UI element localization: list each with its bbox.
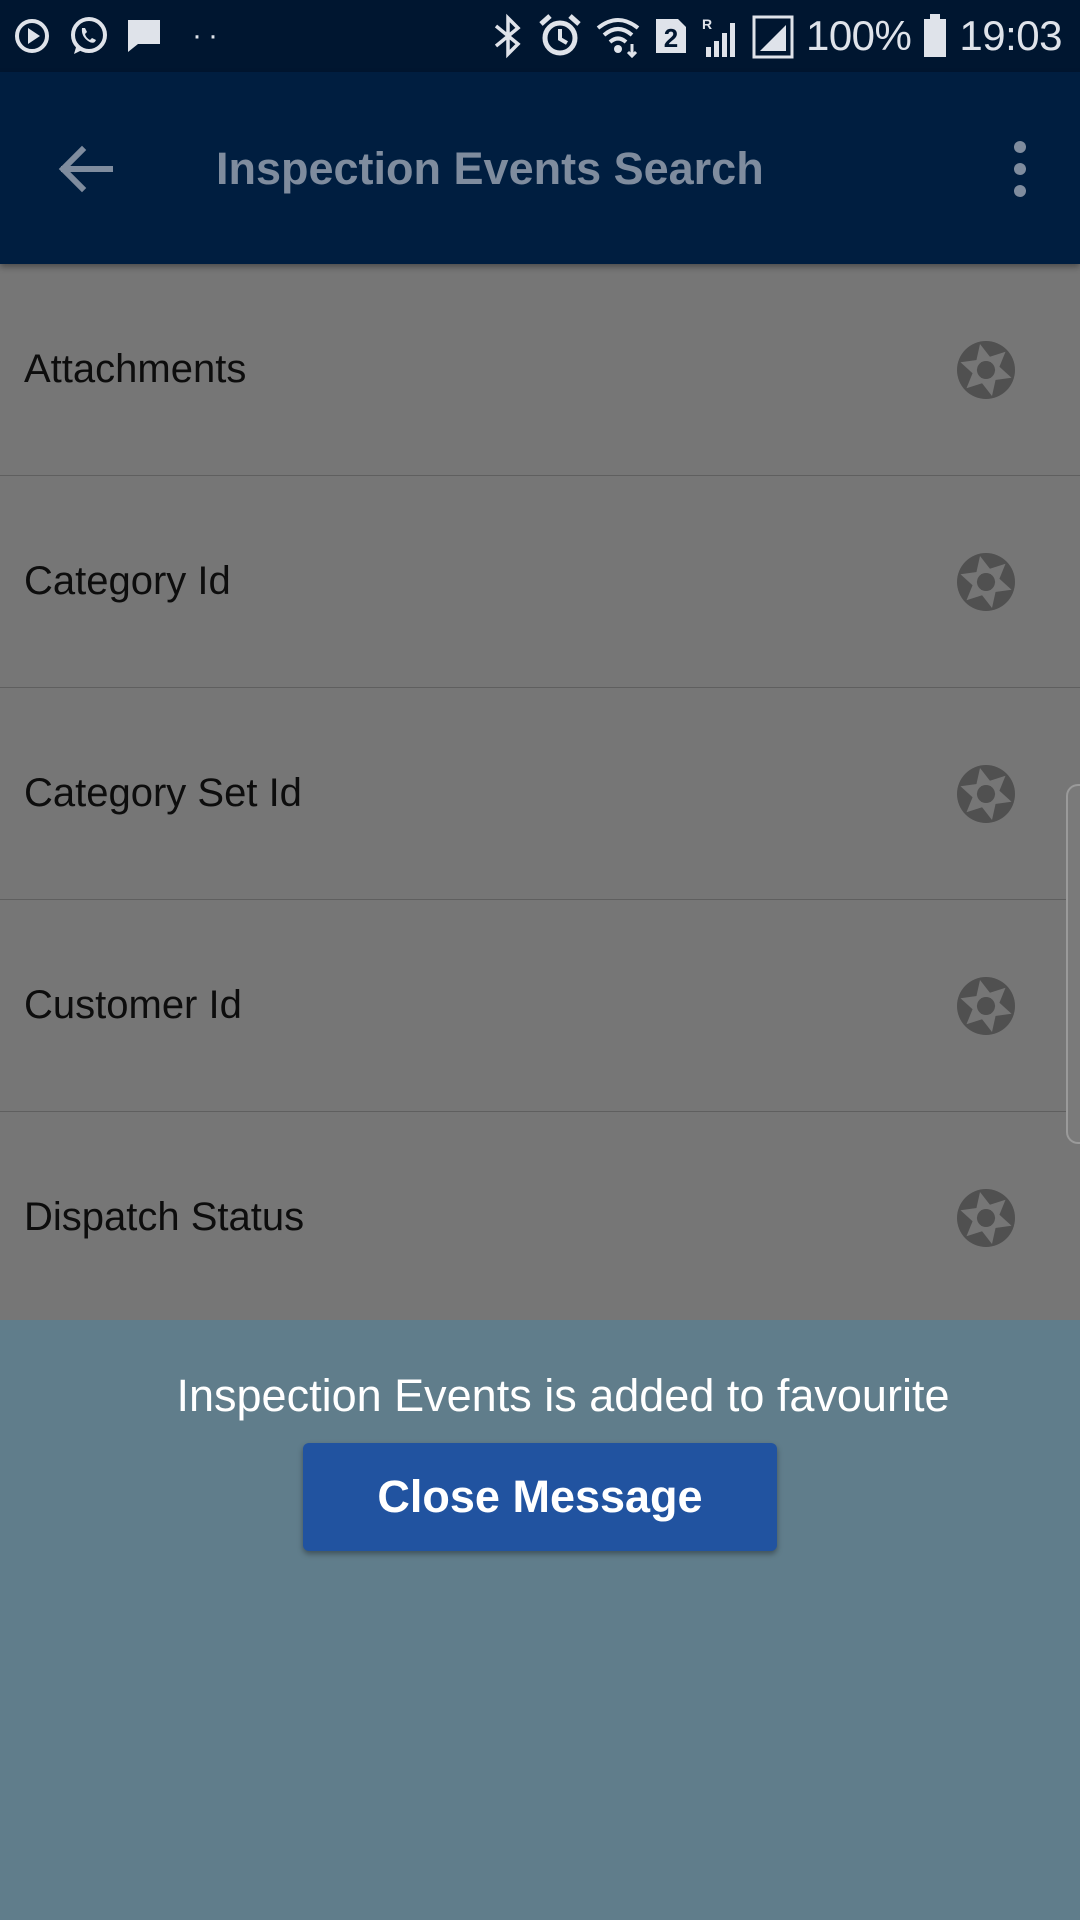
aperture-icon[interactable]	[956, 1188, 1016, 1248]
sim-badge-text: 2	[664, 23, 678, 53]
close-message-button[interactable]: Close Message	[303, 1443, 777, 1551]
battery-icon	[924, 14, 947, 57]
list-item[interactable]: Attachments	[0, 264, 1080, 476]
media-play-icon	[15, 19, 49, 53]
status-right-icons: 2 R 100% 19:03	[490, 10, 1062, 62]
overflow-menu-button[interactable]	[990, 134, 1050, 204]
signal-roaming-icon: R	[702, 16, 735, 57]
status-left-icons: ··	[12, 14, 224, 58]
alarm-icon	[539, 14, 581, 56]
whatsapp-icon	[71, 17, 107, 54]
signal-icon	[752, 15, 794, 59]
battery-percent: 100%	[805, 12, 912, 59]
list-item-label: Category Set Id	[24, 771, 302, 815]
message-icon	[128, 20, 160, 52]
list-item[interactable]: Customer Id	[0, 900, 1080, 1112]
arrow-left-icon	[58, 145, 113, 193]
notification-dots: ··	[192, 19, 224, 52]
scroll-handle[interactable]	[1066, 784, 1080, 1144]
clock: 19:03	[959, 12, 1062, 59]
list-item[interactable]: Category Set Id	[0, 688, 1080, 900]
aperture-icon[interactable]	[956, 552, 1016, 612]
app-bar: Inspection Events Search	[0, 72, 1080, 264]
list-item[interactable]: Category Id	[0, 476, 1080, 688]
sim-icon: 2	[655, 19, 686, 53]
message-panel: Inspection Events is added to favourite …	[0, 1320, 1080, 1920]
screen: ·· 2 R 100% 19:03 Inspection Events Sear…	[0, 0, 1080, 1920]
aperture-icon[interactable]	[956, 340, 1016, 400]
aperture-icon[interactable]	[956, 976, 1016, 1036]
list-item[interactable]: Dispatch Status	[0, 1112, 1080, 1324]
list-item-label: Dispatch Status	[24, 1195, 305, 1239]
roaming-label: R	[702, 16, 712, 32]
list-item-label: Attachments	[24, 347, 247, 391]
more-vert-icon	[1014, 141, 1026, 197]
wifi-icon	[596, 18, 640, 58]
aperture-icon[interactable]	[956, 764, 1016, 824]
back-button[interactable]	[50, 134, 120, 204]
message-text: Inspection Events is added to favourite	[176, 1370, 950, 1421]
page-title: Inspection Events Search	[216, 143, 764, 194]
bluetooth-icon	[494, 13, 521, 59]
status-bar: ·· 2 R 100% 19:03	[0, 0, 1080, 72]
list-item-label: Category Id	[24, 559, 231, 603]
field-list: Attachments Category Id Category Set Id …	[0, 264, 1080, 1324]
list-item-label: Customer Id	[24, 983, 242, 1027]
